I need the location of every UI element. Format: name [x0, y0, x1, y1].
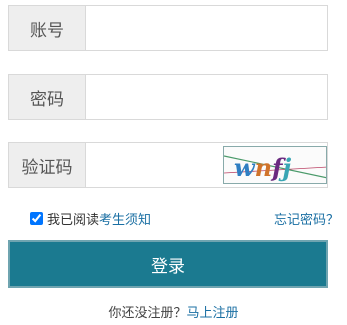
- captcha-graphic: wnfj: [224, 153, 326, 182]
- agree-terms[interactable]: 我已阅读 考生须知: [30, 209, 151, 228]
- register-text: 你还没注册？: [108, 306, 187, 321]
- captcha-label: 验证码: [9, 143, 86, 187]
- account-input[interactable]: [86, 6, 327, 50]
- password-row: 密码: [8, 74, 328, 120]
- captcha-input[interactable]: [86, 143, 219, 187]
- login-button[interactable]: 登录: [8, 240, 328, 288]
- agree-checkbox[interactable]: [30, 212, 43, 225]
- agree-text: 我已阅读: [47, 213, 100, 228]
- captcha-text: wnfj: [234, 153, 291, 182]
- register-prompt: 你还没注册？马上注册: [0, 302, 347, 321]
- account-label: 账号: [9, 6, 86, 50]
- captcha-image[interactable]: wnfj: [223, 146, 327, 184]
- password-label: 密码: [9, 75, 86, 119]
- register-link[interactable]: 马上注册: [187, 306, 239, 321]
- account-row: 账号: [8, 5, 328, 51]
- exam-notice-link[interactable]: 考生须知: [99, 209, 151, 228]
- forgot-password-link[interactable]: 忘记密码？: [274, 209, 339, 228]
- captcha-row: 验证码 wnfj: [8, 142, 328, 188]
- password-input[interactable]: [86, 75, 327, 119]
